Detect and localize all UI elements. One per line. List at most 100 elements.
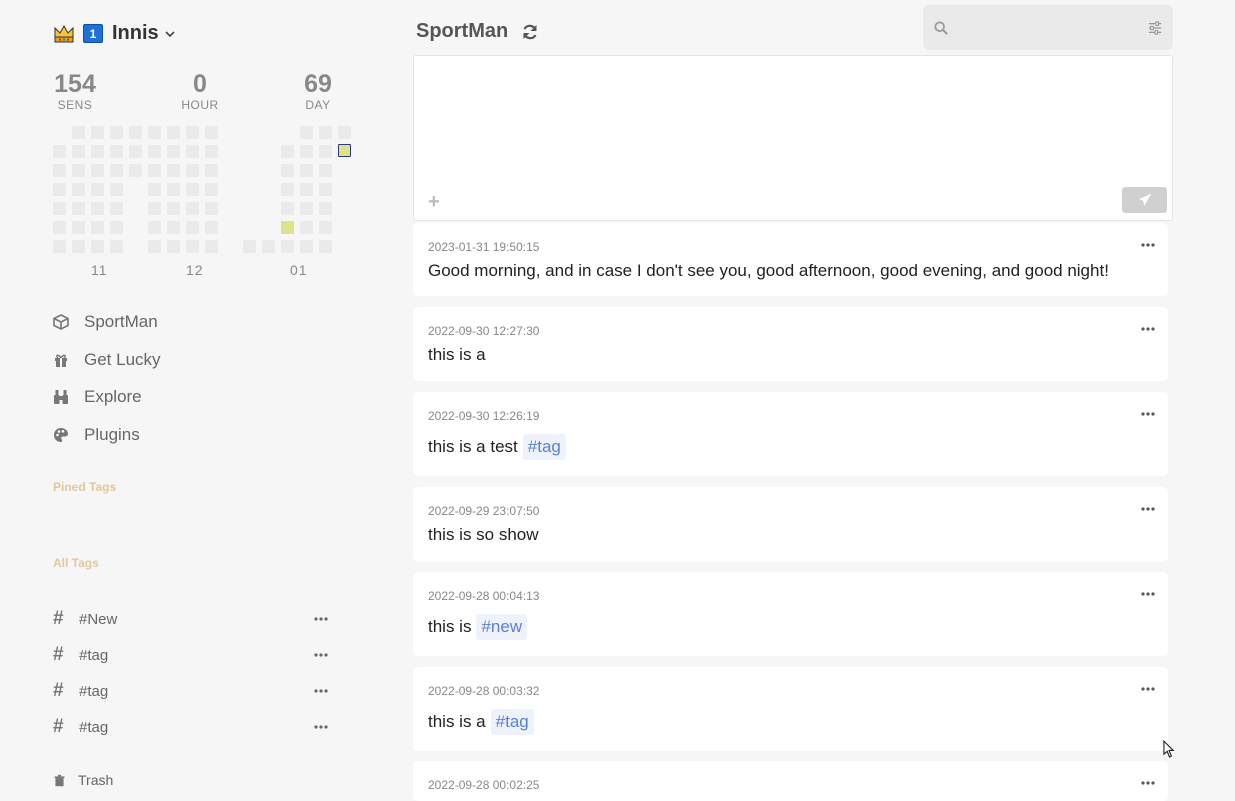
nav-item-sportman[interactable]: SportMan <box>53 312 158 332</box>
heatmap-cell[interactable] <box>205 126 218 139</box>
heatmap-cell[interactable] <box>281 164 294 177</box>
more-options-icon[interactable] <box>1141 592 1155 596</box>
heatmap-cell[interactable] <box>319 202 332 215</box>
heatmap-cell[interactable] <box>186 240 199 253</box>
heatmap-cell[interactable] <box>186 126 199 139</box>
filter-icon[interactable] <box>1148 21 1162 35</box>
heatmap-cell[interactable] <box>53 164 66 177</box>
add-attachment-button[interactable]: + <box>428 191 440 214</box>
heatmap-cell[interactable] <box>110 145 123 158</box>
heatmap-cell[interactable] <box>72 240 85 253</box>
heatmap-cell[interactable] <box>148 145 161 158</box>
heatmap-cell[interactable] <box>300 145 313 158</box>
heatmap-cell[interactable] <box>72 145 85 158</box>
heatmap-cell[interactable] <box>186 164 199 177</box>
heatmap-cell[interactable] <box>167 126 180 139</box>
nav-item-explore[interactable]: Explore <box>53 387 142 407</box>
heatmap-cell[interactable] <box>110 221 123 234</box>
heatmap-cell[interactable] <box>72 126 85 139</box>
heatmap-cell[interactable] <box>110 240 123 253</box>
more-icon[interactable] <box>314 689 328 693</box>
heatmap-cell[interactable] <box>91 145 104 158</box>
send-button[interactable] <box>1122 187 1167 213</box>
heatmap-cell[interactable] <box>53 221 66 234</box>
more-options-icon[interactable] <box>1141 327 1155 331</box>
heatmap-cell[interactable] <box>205 183 218 196</box>
heatmap-cell[interactable] <box>300 126 313 139</box>
heatmap-cell[interactable] <box>319 145 332 158</box>
heatmap-cell[interactable] <box>300 202 313 215</box>
heatmap-cell[interactable] <box>205 164 218 177</box>
heatmap-cell[interactable] <box>281 183 294 196</box>
search-input[interactable] <box>959 15 1139 39</box>
heatmap-cell[interactable] <box>300 164 313 177</box>
heatmap-cell[interactable] <box>53 183 66 196</box>
nav-item-trash[interactable]: Trash <box>53 772 113 788</box>
heatmap-cell[interactable] <box>91 183 104 196</box>
heatmap-cell[interactable] <box>129 164 142 177</box>
heatmap-cell[interactable] <box>281 221 294 234</box>
heatmap-cell[interactable] <box>205 240 218 253</box>
tag-item[interactable]: # #tag <box>53 644 328 666</box>
heatmap-cell[interactable] <box>319 164 332 177</box>
user-menu[interactable]: 1 Innis <box>53 22 175 45</box>
heatmap-cell[interactable] <box>91 126 104 139</box>
memo-tag[interactable]: #tag <box>522 434 566 460</box>
heatmap-cell[interactable] <box>53 145 66 158</box>
heatmap-cell[interactable] <box>53 202 66 215</box>
heatmap-cell[interactable] <box>319 126 332 139</box>
heatmap-cell[interactable] <box>110 202 123 215</box>
more-icon[interactable] <box>314 617 328 621</box>
more-icon[interactable] <box>314 725 328 729</box>
heatmap-cell[interactable] <box>129 145 142 158</box>
heatmap-cell[interactable] <box>186 145 199 158</box>
heatmap-cell[interactable] <box>262 240 275 253</box>
heatmap-cell[interactable] <box>91 164 104 177</box>
heatmap-cell[interactable] <box>91 202 104 215</box>
heatmap-cell[interactable] <box>281 240 294 253</box>
heatmap-cell[interactable] <box>148 202 161 215</box>
heatmap-cell[interactable] <box>186 221 199 234</box>
more-options-icon[interactable] <box>1141 781 1155 785</box>
search-box[interactable] <box>923 5 1173 50</box>
heatmap-cell[interactable] <box>110 164 123 177</box>
heatmap-cell[interactable] <box>167 240 180 253</box>
heatmap-cell-today[interactable] <box>338 144 351 157</box>
heatmap-cell[interactable] <box>53 240 66 253</box>
heatmap-cell[interactable] <box>186 202 199 215</box>
heatmap-cell[interactable] <box>281 202 294 215</box>
heatmap-cell[interactable] <box>167 164 180 177</box>
memo-editor[interactable]: + <box>413 55 1173 221</box>
heatmap-cell[interactable] <box>148 183 161 196</box>
heatmap-cell[interactable] <box>148 221 161 234</box>
heatmap-cell[interactable] <box>91 221 104 234</box>
heatmap-cell[interactable] <box>167 221 180 234</box>
heatmap-cell[interactable] <box>319 221 332 234</box>
tag-item[interactable]: # #tag <box>53 716 328 738</box>
heatmap-cell[interactable] <box>205 221 218 234</box>
refresh-icon[interactable] <box>521 23 539 41</box>
more-options-icon[interactable] <box>1141 412 1155 416</box>
heatmap-cell[interactable] <box>281 145 294 158</box>
heatmap-cell[interactable] <box>167 202 180 215</box>
tag-item[interactable]: # #tag <box>53 680 328 702</box>
more-options-icon[interactable] <box>1141 243 1155 247</box>
more-options-icon[interactable] <box>1141 507 1155 511</box>
heatmap-cell[interactable] <box>148 164 161 177</box>
heatmap-cell[interactable] <box>300 183 313 196</box>
heatmap-cell[interactable] <box>167 145 180 158</box>
heatmap-cell[interactable] <box>72 202 85 215</box>
heatmap-cell[interactable] <box>300 240 313 253</box>
heatmap-cell[interactable] <box>167 183 180 196</box>
heatmap-cell[interactable] <box>186 183 199 196</box>
heatmap-cell[interactable] <box>148 240 161 253</box>
heatmap-cell[interactable] <box>319 240 332 253</box>
heatmap-cell[interactable] <box>129 126 142 139</box>
heatmap-cell[interactable] <box>110 183 123 196</box>
more-options-icon[interactable] <box>1141 687 1155 691</box>
memo-tag[interactable]: #tag <box>490 709 534 735</box>
heatmap-cell[interactable] <box>205 145 218 158</box>
heatmap-cell[interactable] <box>72 221 85 234</box>
heatmap-cell[interactable] <box>243 240 256 253</box>
heatmap-cell[interactable] <box>91 240 104 253</box>
